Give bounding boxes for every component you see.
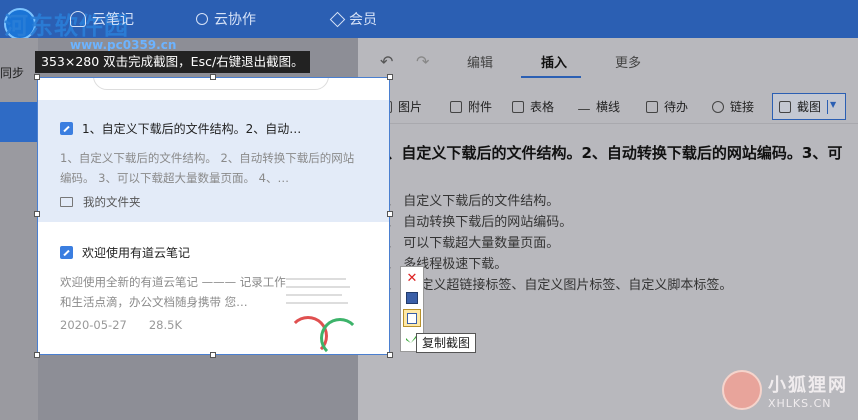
link-icon <box>712 100 724 113</box>
close-icon[interactable]: ✕ <box>403 269 421 287</box>
tab-insert[interactable]: 插入 <box>541 52 567 71</box>
note-title: 1、自定义下载后的文件结构。2、自动… <box>82 122 302 136</box>
crop-icon <box>779 100 791 113</box>
editor-tabs: ↶ ↷ 编辑 插入 更多 <box>358 38 858 78</box>
resize-handle[interactable] <box>387 211 393 217</box>
resize-handle[interactable] <box>34 74 40 80</box>
document-body[interactable]: 1、自定义下载后的文件结构。 2、自动转换下载后的网站编码。 3、可以下载超大量… <box>378 190 732 295</box>
insert-toolbar: 图片 附件 表格 横线 待办 链接 截图 ▼ <box>358 88 858 124</box>
capture-button[interactable]: 截图 ▼ <box>772 93 847 120</box>
diamond-icon <box>329 11 346 27</box>
active-tab-indicator <box>521 76 581 78</box>
nav-member[interactable]: 会员 <box>329 9 377 29</box>
site-watermark: 小狐狸网 XHLKS.CN <box>722 370 848 410</box>
note-icon <box>60 122 73 135</box>
note-folder: 我的文件夹 <box>83 195 141 209</box>
insert-hr-button[interactable]: 横线 <box>578 98 620 115</box>
capture-size-tip: 353×280 双击完成截图，Esc/右键退出截图。 <box>35 51 310 73</box>
resize-handle[interactable] <box>34 352 40 358</box>
table-icon <box>512 100 524 113</box>
nav-cloud-note[interactable]: 云笔记 <box>70 9 134 29</box>
insert-link-button[interactable]: 链接 <box>712 98 754 115</box>
document-title[interactable]: 1、自定义下载后的文件结构。2、自动转换下载后的网站编码。3、可 <box>376 142 842 163</box>
resize-handle[interactable] <box>34 211 40 217</box>
document-line: 4、多线程极速下载。 <box>378 257 508 272</box>
copy-icon[interactable] <box>403 309 421 327</box>
document-line: 2、自动转换下载后的网站编码。 <box>378 215 573 230</box>
chevron-down-icon[interactable]: ▼ <box>827 99 839 114</box>
insert-attachment-button[interactable]: 附件 <box>450 98 492 115</box>
insert-todo-button[interactable]: 待办 <box>646 98 688 115</box>
sync-button[interactable]: 同步 <box>0 64 24 81</box>
left-sidebar: 同步 <box>0 38 38 420</box>
resize-handle[interactable] <box>387 74 393 80</box>
list-item[interactable]: 欢迎使用有道云笔记 欢迎使用全新的有道云笔记 ——— 记录工作和生活点滴，办公文… <box>38 224 389 354</box>
note-icon <box>60 246 73 259</box>
todo-icon <box>646 100 658 113</box>
redo-icon[interactable]: ↷ <box>416 52 429 71</box>
folder-icon <box>60 197 73 207</box>
nav-cloud-collab[interactable]: 云协作 <box>196 9 256 29</box>
document-line: 1、自定义下载后的文件结构。 <box>378 194 560 209</box>
document-line: 3、可以下载超大量数量页面。 <box>378 236 560 251</box>
watermark-url-text: www.pc0359.cn <box>70 38 177 52</box>
resize-handle[interactable] <box>210 74 216 80</box>
copy-capture-tooltip: 复制截图 <box>416 333 477 353</box>
tab-edit[interactable]: 编辑 <box>467 52 493 71</box>
sidebar-selected-item[interactable] <box>0 102 38 142</box>
note-summary: 欢迎使用全新的有道云笔记 ——— 记录工作和生活点滴，办公文档随身携带 您… <box>60 275 286 309</box>
top-bar: 河东软件园 云笔记 云协作 会员 <box>0 0 858 40</box>
note-summary: 1、自定义下载后的文件结构。 2、自动转换下载后的网站编码。 3、可以下载超大量… <box>60 151 355 185</box>
save-icon[interactable] <box>403 289 421 307</box>
person-icon <box>196 13 208 25</box>
note-date: 2020-05-27 <box>60 318 127 332</box>
watermark-name: 小狐狸网 <box>768 374 848 396</box>
hr-icon <box>578 109 590 110</box>
tab-more[interactable]: 更多 <box>615 52 641 71</box>
resize-handle[interactable] <box>387 352 393 358</box>
watermark-url: XHLKS.CN <box>768 396 832 410</box>
capture-selection-region[interactable]: 1、自定义下载后的文件结构。2、自动… 1、自定义下载后的文件结构。 2、自动转… <box>37 77 390 355</box>
fox-logo-icon <box>722 370 762 410</box>
note-size: 28.5K <box>148 318 182 332</box>
list-item[interactable]: 1、自定义下载后的文件结构。2、自动… 1、自定义下载后的文件结构。 2、自动转… <box>38 100 389 222</box>
undo-icon[interactable]: ↶ <box>380 52 393 71</box>
attachment-icon <box>450 100 462 113</box>
note-title: 欢迎使用有道云笔记 <box>82 246 191 260</box>
document-line: 5、 自定义超链接标签、自定义图片标签、自定义脚本标签。 <box>378 278 733 293</box>
resize-handle[interactable] <box>210 352 216 358</box>
editor-pane: ↶ ↷ 编辑 插入 更多 图片 附件 表格 横线 待办 链接 截图 ▼ 1、自定义… <box>358 38 858 420</box>
insert-table-button[interactable]: 表格 <box>512 98 554 115</box>
cloud-note-icon <box>70 11 86 27</box>
note-thumbnail <box>286 270 360 354</box>
